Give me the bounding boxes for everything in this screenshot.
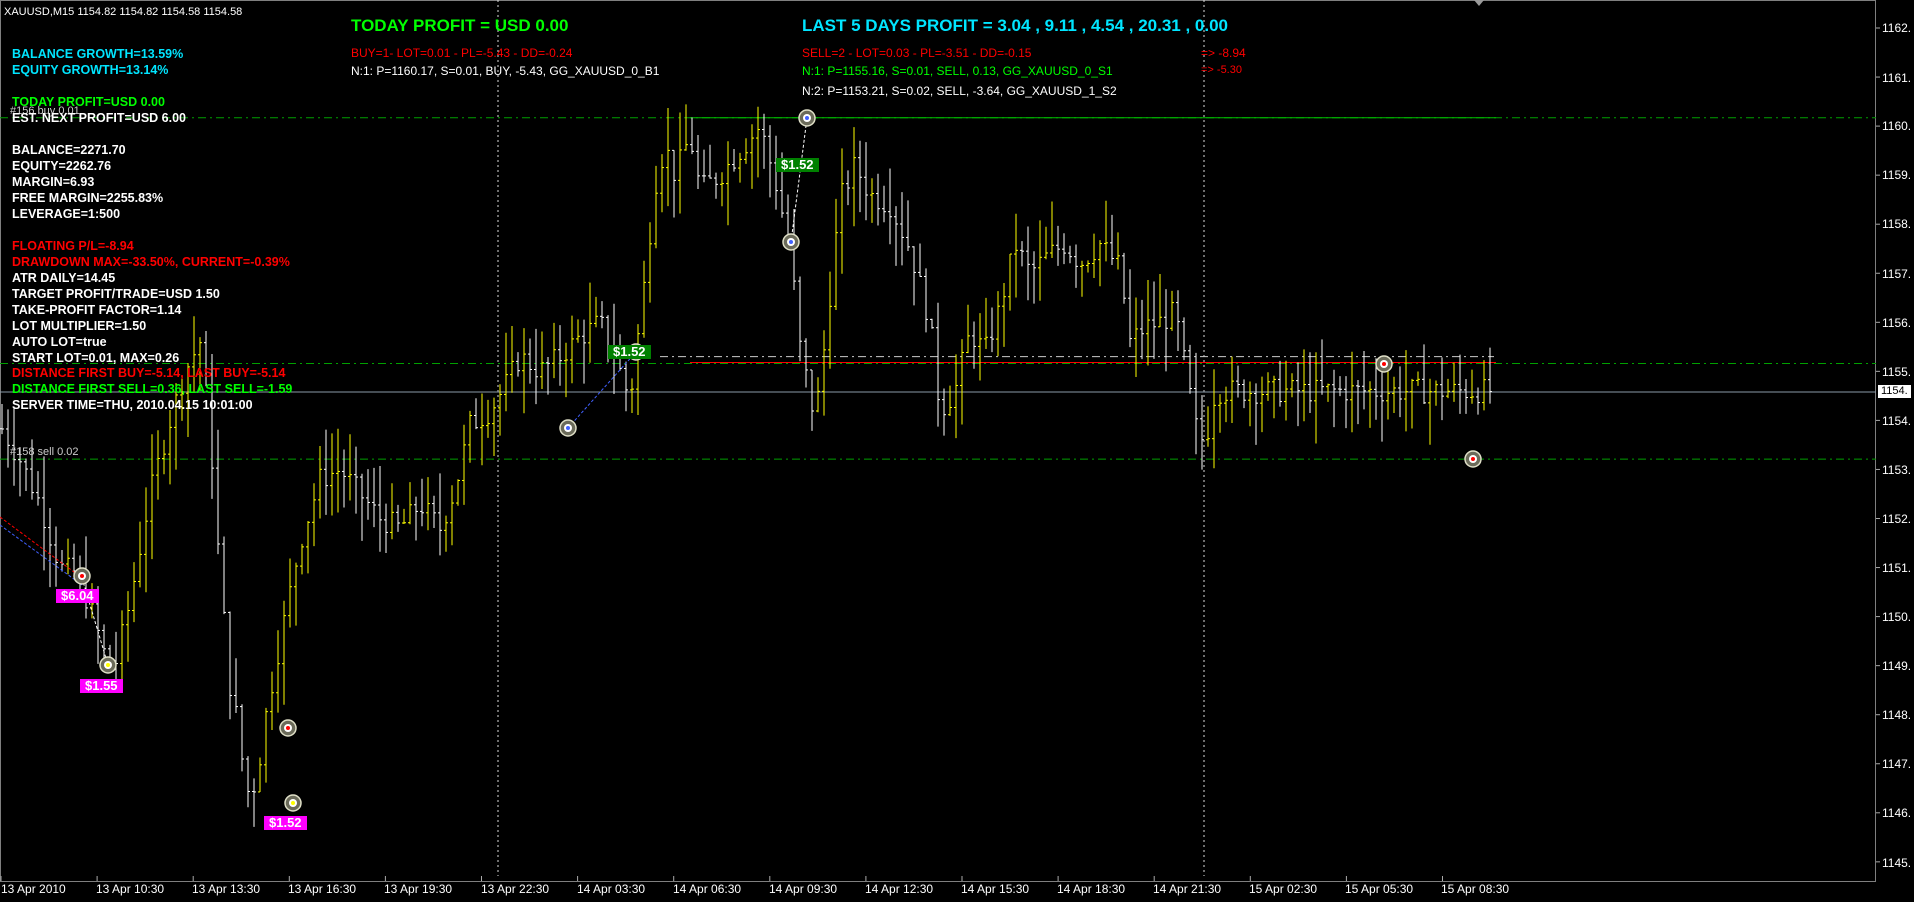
price-tick: 1158. <box>1882 217 1912 231</box>
trade-marker-dot <box>286 726 290 730</box>
price-tick: 1156. <box>1882 316 1912 330</box>
time-tick: 13 Apr 2010 <box>1 882 66 896</box>
margin: MARGIN=6.93 <box>12 175 95 189</box>
trade-marker-dot <box>80 574 84 578</box>
trade-marker-dot <box>1471 457 1475 461</box>
last-5-days-profit-title: LAST 5 DAYS PROFIT = 3.04 , 9.11 , 4.54 … <box>802 16 1229 35</box>
time-tick: 15 Apr 08:30 <box>1441 882 1510 896</box>
profit-tag: $6.04 <box>56 589 99 603</box>
price-tick: 1161. <box>1882 71 1912 85</box>
profit-tag: $1.55 <box>80 679 123 693</box>
time-tick: 14 Apr 15:30 <box>961 882 1030 896</box>
time-tick: 15 Apr 02:30 <box>1249 882 1318 896</box>
take-profit-factor: TAKE-PROFIT FACTOR=1.14 <box>12 303 182 317</box>
sell-order-1: N:1: P=1155.16, S=0.01, SELL, 0.13, GG_X… <box>802 64 1113 78</box>
trade-connector <box>0 516 83 579</box>
price-tick: 1160. <box>1882 119 1912 133</box>
chart-canvas[interactable] <box>0 0 1914 902</box>
equity: EQUITY=2262.76 <box>12 159 112 173</box>
scroll-indicator-icon <box>1474 0 1484 6</box>
balance-growth: BALANCE GROWTH=13.59% <box>12 47 184 61</box>
trade-marker-dot <box>291 801 295 805</box>
time-tick: 13 Apr 10:30 <box>96 882 165 896</box>
price-tick: 1153. <box>1882 463 1912 477</box>
profit-tag: $1.52 <box>776 158 819 172</box>
server-time: SERVER TIME=THU, 2010.04.15 10:01:00 <box>12 398 253 412</box>
price-tick: 1152. <box>1882 512 1912 526</box>
balance: BALANCE=2271.70 <box>12 143 126 157</box>
sell-summary: SELL=2 - LOT=0.03 - PL=-3.51 - DD=-0.15 <box>802 46 1032 60</box>
time-tick: 13 Apr 19:30 <box>384 882 453 896</box>
current-price-label: 1154. <box>1878 385 1911 398</box>
price-tick: 1159. <box>1882 168 1912 182</box>
est-next-profit: EST. NEXT PROFIT=USD 6.00 <box>12 111 187 125</box>
trade-marker-dot <box>1382 362 1386 366</box>
time-tick: 13 Apr 13:30 <box>192 882 261 896</box>
price-tick: 1147. <box>1882 757 1912 771</box>
price-tick: 1157. <box>1882 267 1912 281</box>
distance-sell: DISTANCE FIRST SELL=0.36, LAST SELL=-1.5… <box>12 382 293 396</box>
trade-marker-dot <box>566 426 570 430</box>
distance-buy: DISTANCE FIRST BUY=-5.14, LAST BUY=-5.14 <box>12 366 286 380</box>
price-tick: 1146. <box>1882 806 1912 820</box>
auto-lot: AUTO LOT=true <box>12 335 107 349</box>
floating-pl: FLOATING P/L=-8.94 <box>12 239 134 253</box>
sell-order-2: N:2: P=1153.21, S=0.02, SELL, -3.64, GG_… <box>802 84 1117 98</box>
time-tick: 14 Apr 21:30 <box>1153 882 1222 896</box>
time-tick: 13 Apr 22:30 <box>481 882 550 896</box>
today-profit-title: TODAY PROFIT = USD 0.00 <box>351 16 569 35</box>
buy-order-1: N:1: P=1160.17, S=0.01, BUY, -5.43, GG_X… <box>351 64 660 78</box>
time-tick: 13 Apr 16:30 <box>288 882 357 896</box>
free-margin: FREE MARGIN=2255.83% <box>12 191 164 205</box>
time-tick: 14 Apr 03:30 <box>577 882 646 896</box>
start-lot: START LOT=0.01, MAX=0.26 <box>12 351 180 365</box>
trade-connector <box>0 524 83 586</box>
time-tick: 15 Apr 05:30 <box>1345 882 1414 896</box>
atr-daily: ATR DAILY=14.45 <box>12 271 116 285</box>
trade-connector <box>790 117 808 243</box>
sell-pl-arrow: => -5.30 <box>1201 64 1242 76</box>
profit-tag: $1.52 <box>264 816 307 830</box>
time-tick: 14 Apr 12:30 <box>865 882 934 896</box>
price-tick: 1154. <box>1882 414 1912 428</box>
trade-marker-dot <box>805 116 809 120</box>
price-tick: 1148. <box>1882 708 1912 722</box>
symbol-header: XAUUSD,M15 1154.82 1154.82 1154.58 1154.… <box>4 6 243 18</box>
price-tick: 1162. <box>1882 21 1912 35</box>
leverage: LEVERAGE=1:500 <box>12 207 121 221</box>
drawdown: DRAWDOWN MAX=-33.50%, CURRENT=-0.39% <box>12 255 290 269</box>
sell-line-label: #158 sell 0.02 <box>10 446 79 458</box>
price-tick: 1155. <box>1882 365 1912 379</box>
buy-summary: BUY=1- LOT=0.01 - PL=-5.43 - DD=-0.24 <box>351 46 573 60</box>
price-tick: 1149. <box>1882 659 1912 673</box>
price-tick: 1150. <box>1882 610 1912 624</box>
equity-growth: EQUITY GROWTH=13.14% <box>12 63 169 77</box>
price-tick: 1145. <box>1882 856 1912 870</box>
trade-marker-dot <box>106 663 110 667</box>
time-tick: 14 Apr 06:30 <box>673 882 742 896</box>
time-tick: 14 Apr 09:30 <box>769 882 838 896</box>
total-pl-arrow: => -8.94 <box>1201 46 1246 60</box>
target-profit: TARGET PROFIT/TRADE=USD 1.50 <box>12 287 220 301</box>
lot-multiplier: LOT MULTIPLIER=1.50 <box>12 319 147 333</box>
price-tick: 1151. <box>1882 561 1912 575</box>
trade-marker-dot <box>789 240 793 244</box>
profit-tag: $1.52 <box>608 345 651 359</box>
time-tick: 14 Apr 18:30 <box>1057 882 1126 896</box>
